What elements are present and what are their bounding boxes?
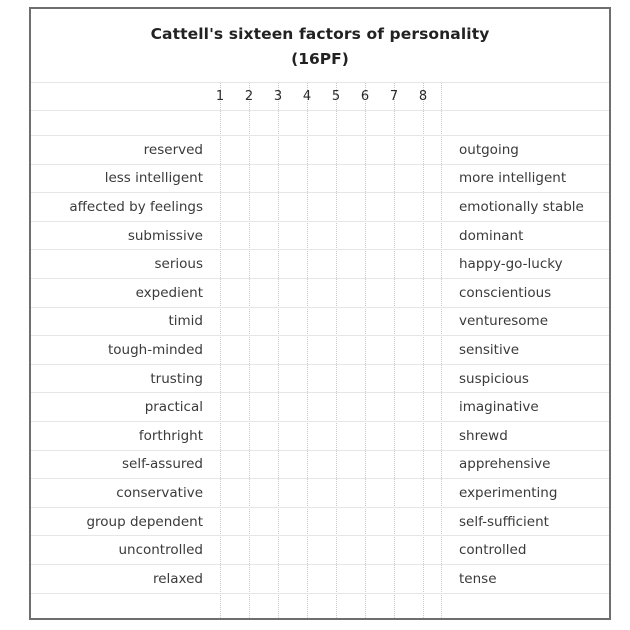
factor-high-pole-label: dominant xyxy=(459,227,524,244)
factor-high-pole-label: outgoing xyxy=(459,141,519,158)
factor-high-pole-label: experimenting xyxy=(459,484,558,501)
factor-low-pole-label: uncontrolled xyxy=(118,542,203,559)
table-row: affected by feelings emotionally stable xyxy=(31,193,609,222)
factor-low-pole-label: affected by feelings xyxy=(69,198,203,215)
factor-high-pole-label: suspicious xyxy=(459,370,529,387)
factor-high-pole-label: happy-go-lucky xyxy=(459,256,563,273)
table-row: uncontrolled controlled xyxy=(31,536,609,565)
factor-low-pole-label: practical xyxy=(144,399,203,416)
factor-high-pole-label: tense xyxy=(459,570,497,587)
scale-tick-4: 4 xyxy=(302,89,312,104)
factor-low-pole-label: submissive xyxy=(127,227,203,244)
scale-tick-6: 6 xyxy=(360,89,370,104)
table-row: self-assured apprehensive xyxy=(31,451,609,480)
factor-low-pole-label: expedient xyxy=(135,284,203,301)
bottom-spacer-row xyxy=(31,594,609,624)
factor-low-pole-label: trusting xyxy=(150,370,203,387)
factor-high-pole-label: shrewd xyxy=(459,427,508,444)
factor-low-pole-label: self-assured xyxy=(122,456,203,473)
factor-low-pole-label: conservative xyxy=(116,484,203,501)
scale-tick-3: 3 xyxy=(273,89,283,104)
factor-rows: reserved outgoing less intelligent more int… xyxy=(31,136,609,624)
table-row: serious happy-go-lucky xyxy=(31,250,609,279)
factor-high-pole-label: imaginative xyxy=(459,399,539,416)
table-row: forthright shrewd xyxy=(31,422,609,451)
page-subtitle: (16PF) xyxy=(291,50,349,68)
table-row: practical imaginative xyxy=(31,393,609,422)
scale-tick-1: 1 xyxy=(215,89,225,104)
table-row: conservative experimenting xyxy=(31,479,609,508)
scale-tick-2: 2 xyxy=(244,89,254,104)
table-row: submissive dominant xyxy=(31,222,609,251)
factor-high-pole-label: controlled xyxy=(459,542,527,559)
scale-tick-5: 5 xyxy=(331,89,341,104)
table-row: trusting suspicious xyxy=(31,365,609,394)
factor-high-pole-label: emotionally stable xyxy=(459,198,584,215)
factor-low-pole-label: relaxed xyxy=(152,570,203,587)
factor-low-pole-label: reserved xyxy=(143,141,203,158)
factor-low-pole-label: tough-minded xyxy=(107,341,203,358)
scale-tick-7: 7 xyxy=(389,89,399,104)
table-row: timid venturesome xyxy=(31,308,609,337)
factor-high-pole-label: conscientious xyxy=(459,284,552,301)
scale-tick-8: 8 xyxy=(418,89,428,104)
chart-title-block: Cattell's sixteen factors of personality… xyxy=(31,9,609,83)
factor-high-pole-label: apprehensive xyxy=(459,456,551,473)
scale-header-row: 1 2 3 4 5 6 7 8 xyxy=(31,83,609,111)
factor-high-pole-label: more intelligent xyxy=(459,170,567,187)
factor-low-pole-label: serious xyxy=(154,256,204,273)
factor-low-pole-label: group dependent xyxy=(86,513,203,530)
table-row: group dependent self-sufficient xyxy=(31,508,609,537)
factor-low-pole-label: timid xyxy=(168,313,203,330)
table-row: relaxed tense xyxy=(31,565,609,594)
factor-low-pole-label: forthright xyxy=(138,427,203,444)
table-row: reserved outgoing xyxy=(31,136,609,165)
factor-high-pole-label: venturesome xyxy=(459,313,549,330)
table-row: expedient conscientious xyxy=(31,279,609,308)
factor-high-pole-label: sensitive xyxy=(459,341,520,358)
page-title: Cattell's sixteen factors of personality xyxy=(150,25,490,43)
table-row: less intelligent more intelligent xyxy=(31,165,609,194)
table-row: tough-minded sensitive xyxy=(31,336,609,365)
spacer-row xyxy=(31,111,609,136)
personality-chart-frame: Cattell's sixteen factors of personality… xyxy=(29,7,611,620)
factor-high-pole-label: self-sufficient xyxy=(459,513,549,530)
factor-low-pole-label: less intelligent xyxy=(104,170,203,187)
